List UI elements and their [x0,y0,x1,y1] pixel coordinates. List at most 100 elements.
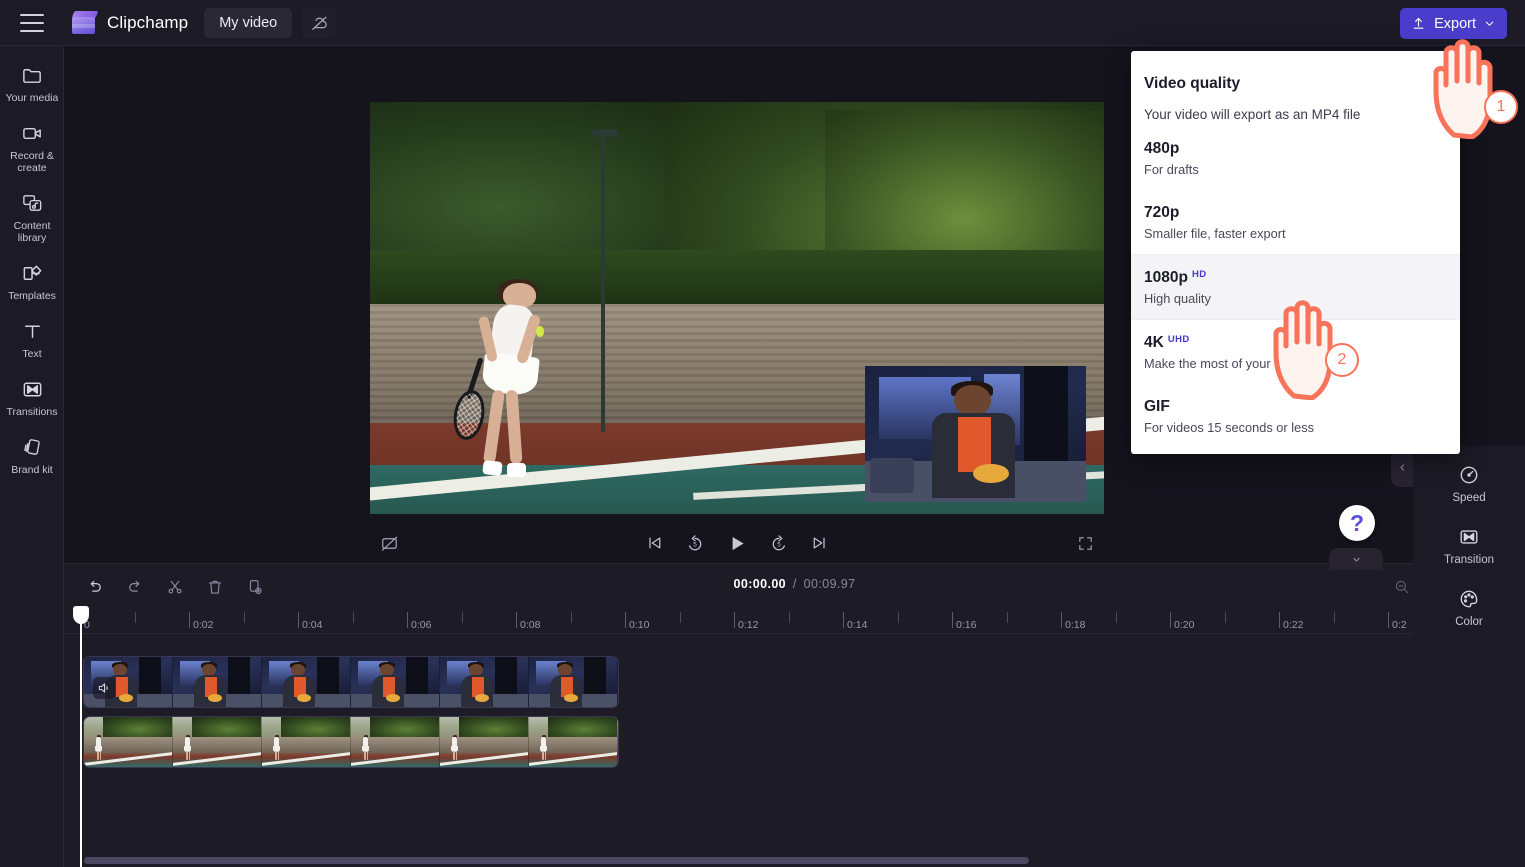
ruler-tick-minor [461,612,463,623]
delete-button[interactable] [200,574,230,600]
fullscreen-icon[interactable] [1077,535,1094,552]
brand-name: Clipchamp [107,12,189,32]
sidebar-item-label: Content library [13,220,51,244]
sidebar-item-label: Text [22,348,42,360]
hamburger-menu-icon[interactable] [20,13,44,32]
transitions-icon [23,382,41,397]
properties-panel: Speed Transition Color [1413,446,1525,646]
ruler-tick-minor [1115,612,1117,623]
callout-badge-2: 2 [1325,343,1359,377]
property-item-transition[interactable]: Transition [1413,516,1525,578]
ruler-tick-label: 0:20 [1174,619,1195,631]
quality-option-4k[interactable]: 4K UHD Make the most of your 4K f [1131,320,1460,384]
ruler-tick-label: 0:16 [956,619,977,631]
dropdown-title: Video quality [1144,75,1241,92]
palette-icon [1460,590,1478,608]
play-icon[interactable] [727,533,748,554]
ruler-tick-minor [243,612,245,623]
quality-option-480p[interactable]: 480p For drafts [1131,122,1460,190]
top-bar: Clipchamp My video Export [0,0,1525,46]
help-button[interactable]: ? [1339,505,1375,541]
quality-badge-hd: HD [1191,269,1207,280]
export-quality-dropdown: Video quality Your video will export as … [1131,51,1460,454]
folder-icon [22,69,41,83]
ruler-tick-minor [897,612,899,623]
sidebar-item-label: Brand kit [11,464,53,476]
chevron-down-icon [1352,557,1360,562]
current-time: 00:00.00 [733,577,787,591]
quality-option-desc: Make the most of your 4K f [1144,356,1297,371]
property-item-label: Speed [1452,492,1486,504]
quality-option-desc: For drafts [1144,162,1199,177]
quality-option-label: 480p [1144,140,1180,157]
ruler-tick-minor [788,612,790,623]
dropdown-subtitle: Your video will export as an MP4 file [1144,107,1361,122]
timeline-clip-video-2[interactable] [83,716,619,768]
quality-badge-uhd: UHD [1167,334,1190,345]
clip-audio-speaker-icon[interactable] [93,677,115,699]
cloud-off-icon[interactable] [302,7,337,38]
property-item-color[interactable]: Color [1413,578,1525,640]
timeline-tracks [64,634,1525,849]
export-button[interactable]: Export [1400,8,1507,39]
panel-collapse-down-button[interactable] [1329,548,1383,570]
video-preview[interactable] [370,102,1104,514]
ruler-tick-label: 0:22 [1283,619,1304,631]
redo-button[interactable] [120,574,150,600]
timeline-playhead[interactable] [73,606,89,867]
skip-next-icon[interactable] [811,534,829,552]
time-separator: / [792,577,797,591]
duplicate-button[interactable] [240,574,270,600]
video-camera-icon [22,127,41,140]
speedometer-icon [1460,466,1478,484]
quality-option-label: GIF [1144,398,1170,415]
undo-button[interactable] [80,574,110,600]
ruler-tick-label: 0:02 [193,619,214,631]
sidebar-item-your-media[interactable]: Your media [0,56,64,114]
quality-option-1080p[interactable]: 1080p HD High quality [1131,254,1460,320]
skip-previous-icon[interactable] [646,534,664,552]
sidebar-item-content-library[interactable]: Content library [0,184,64,254]
sidebar-item-templates[interactable]: Templates [0,254,64,312]
ruler-tick-label: 0:04 [302,619,323,631]
timeline-toolbar: 00:00.00 / 00:09.97 [64,564,1525,608]
timeline-scrollbar-thumb[interactable] [84,857,1029,864]
property-item-label: Transition [1443,554,1495,566]
project-tab[interactable]: My video [204,7,293,38]
sidebar-item-label: Your media [5,92,59,104]
sidebar-item-brand-kit[interactable]: Brand kit [0,428,64,486]
quality-option-label: 4K [1144,334,1164,351]
left-sidebar: Your media Record & create Content libra… [0,46,64,867]
clipchamp-editor: Clipchamp My video Export Your media Rec… [0,0,1525,867]
quality-option-label: 1080p [1144,269,1188,286]
property-item-speed[interactable]: Speed [1413,454,1525,516]
timeline-ruler[interactable]: 0 0:02 0:04 0:06 0:08 0:10 0:12 0:14 0:16 0:18 0:2… [64,608,1525,634]
timeline-clip-video-1[interactable] [83,656,619,708]
forward-5-icon[interactable]: 5 [770,534,789,553]
sidebar-item-record-create[interactable]: Record & create [0,114,64,184]
ruler-tick-minor [352,612,354,623]
ruler-tick-label: 0:18 [1065,619,1086,631]
quality-option-gif[interactable]: GIF For videos 15 seconds or less [1131,384,1460,448]
svg-text:5: 5 [693,541,697,548]
sidebar-item-label: Record & create [10,150,54,174]
ruler-tick-minor [1006,612,1008,623]
brand-home-link[interactable]: Clipchamp [71,10,189,35]
svg-text:5: 5 [777,541,781,548]
split-button[interactable] [160,574,190,600]
sidebar-item-transitions[interactable]: Transitions [0,370,64,428]
callout-badge-1: 1 [1484,90,1518,124]
timeline-scrollbar-track[interactable] [64,855,1525,867]
rewind-5-icon[interactable]: 5 [686,534,705,553]
playhead-handle[interactable] [73,606,89,624]
text-icon [24,325,40,338]
sidebar-item-text[interactable]: Text [0,312,64,370]
sidebar-item-label: Templates [8,290,56,302]
captions-off-icon[interactable] [380,534,399,553]
ruler-tick-minor [1333,612,1335,623]
quality-option-720p[interactable]: 720p Smaller file, faster export [1131,190,1460,254]
ruler-tick-label: 0:2 [1392,619,1407,631]
ruler-tick-minor [570,612,572,623]
picture-in-picture-overlay[interactable] [865,365,1086,502]
player-controls: 5 5 [370,523,1104,563]
